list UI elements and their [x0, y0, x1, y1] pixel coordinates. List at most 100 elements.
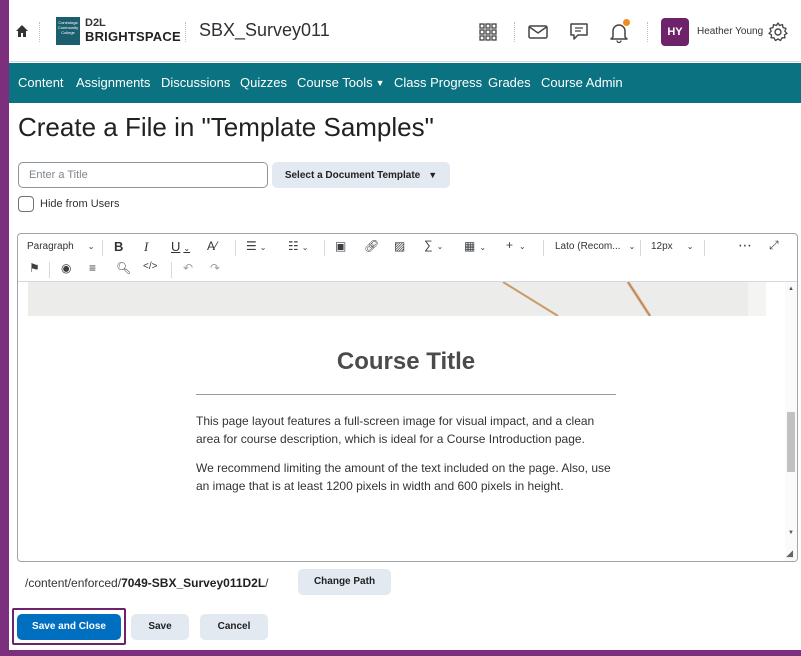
hide-from-users-label: Hide from Users — [40, 198, 120, 210]
toolbar-divider — [49, 262, 50, 278]
cancel-button[interactable]: Cancel — [200, 614, 268, 640]
home-icon[interactable] — [15, 24, 29, 38]
toolbar-divider — [543, 240, 544, 256]
path-folder: 7049-SBX_Survey011D2L — [121, 576, 266, 590]
chevron-down-icon: ⌄ — [686, 242, 694, 251]
toolbar-divider — [704, 240, 705, 256]
underline-icon[interactable]: U ⌄ — [171, 239, 190, 254]
header-divider — [514, 22, 515, 42]
hide-from-users-checkbox[interactable] — [18, 196, 34, 212]
nav-course-tools-label: Course Tools — [297, 75, 373, 90]
bold-icon[interactable]: B — [114, 239, 123, 254]
chevron-down-icon: ⌄ — [479, 243, 487, 252]
org-logo[interactable]: Conestoga Community College D2L BRIGHTSP… — [56, 17, 216, 47]
nav-grades[interactable]: Grades — [488, 75, 531, 90]
equation-icon[interactable]: ∑ ⌄ — [424, 238, 443, 252]
chevron-down-icon: ⌄ — [519, 242, 526, 251]
paragraph-format-label: Paragraph — [27, 241, 74, 252]
chevron-down-icon: ⌄ — [301, 243, 309, 252]
toolbar-divider — [640, 240, 641, 256]
editor-scrollbar[interactable]: ▲ ▼ — [785, 282, 797, 561]
paragraph-intro: This page layout features a full-screen … — [196, 414, 595, 446]
waffle-grid-icon[interactable] — [477, 21, 499, 43]
more-options-icon[interactable]: ⋯ — [738, 237, 752, 254]
header-divider — [185, 22, 186, 42]
chevron-down-icon: ⌄ — [628, 242, 636, 251]
avatar[interactable]: HY — [661, 18, 689, 46]
nav-course-admin[interactable]: Course Admin — [541, 75, 623, 90]
select-template-label: Select a Document Template — [284, 170, 421, 181]
scroll-up-icon[interactable]: ▲ — [788, 286, 794, 292]
chevron-down-icon: ⌄ — [183, 244, 191, 253]
logo-brightspace-text: BRIGHTSPACE — [85, 29, 181, 44]
preview-icon[interactable]: 🔍︎ — [116, 261, 131, 275]
change-path-button[interactable]: Change Path — [298, 569, 391, 595]
chevron-down-icon: ⌄ — [87, 242, 95, 251]
nav-discussions[interactable]: Discussions — [161, 75, 230, 90]
redo-icon[interactable]: ↷ — [210, 261, 220, 275]
chat-bubble-icon[interactable] — [568, 21, 590, 43]
toolbar-divider — [235, 240, 236, 256]
gear-icon[interactable] — [767, 21, 789, 43]
italic-icon[interactable]: I — [144, 239, 148, 255]
nav-content[interactable]: Content — [18, 75, 64, 90]
save-button[interactable]: Save — [131, 614, 189, 640]
course-title-heading: Course Title — [336, 348, 476, 375]
resize-handle-icon[interactable]: ◢ — [786, 548, 793, 559]
logo-d2l-text: D2L — [85, 17, 106, 29]
user-name[interactable]: Heather Young — [697, 26, 763, 37]
page-title: Create a File in "Template Samples" — [18, 112, 434, 142]
table-icon[interactable]: ▦ ⌄ — [464, 239, 486, 253]
font-family-dropdown[interactable]: Lato (Recom... ⌄ — [555, 241, 635, 252]
course-name-link[interactable]: SBX_Survey011 — [199, 20, 330, 41]
insert-plus-icon[interactable]: + ⌄ — [506, 238, 526, 252]
undo-icon[interactable]: ↶ — [183, 261, 193, 275]
list-icon[interactable]: ☷ ⌄ — [288, 239, 308, 253]
font-family-label: Lato (Recom... — [555, 241, 621, 252]
html-editor: Paragraph ⌄ B I U ⌄ A⁄ ☰ ⌄ ☷ ⌄ ▣ 🔗︎ ▨ ∑ ⌄ ▦ ⌄ … — [17, 233, 798, 562]
align-icon[interactable]: ☰ ⌄ — [246, 239, 266, 253]
nav-assignments[interactable]: Assignments — [76, 75, 150, 90]
toolbar-divider — [324, 240, 325, 256]
path-prefix: /content/enforced/ — [25, 576, 122, 590]
paragraph-recommendation: We recommend limiting the amount of the … — [196, 461, 611, 493]
chevron-down-icon: ⌄ — [259, 243, 267, 252]
horizontal-rule — [196, 394, 616, 395]
image-icon[interactable]: ▨ — [394, 239, 405, 253]
font-size-dropdown[interactable]: 12px ⌄ — [651, 241, 693, 252]
hero-image — [28, 282, 766, 316]
source-code-icon[interactable]: </> — [143, 261, 157, 272]
title-input[interactable] — [18, 162, 268, 188]
save-and-close-button[interactable]: Save and Close — [17, 614, 121, 640]
scrollbar-thumb[interactable] — [787, 412, 795, 472]
format-painter-icon[interactable]: ⚑ — [29, 261, 40, 275]
mail-icon[interactable] — [527, 21, 549, 43]
nav-class-progress[interactable]: Class Progress — [394, 75, 482, 90]
font-size-label: 12px — [651, 241, 673, 252]
toolbar-divider — [102, 240, 103, 256]
scroll-down-icon[interactable]: ▼ — [788, 530, 794, 536]
course-navbar: Content Assignments Discussions Quizzes … — [9, 63, 801, 103]
link-icon[interactable]: 🔗︎ — [364, 239, 379, 253]
text-color-icon[interactable]: A⁄ — [207, 239, 217, 253]
header-divider — [39, 22, 40, 42]
nav-quizzes[interactable]: Quizzes — [240, 75, 287, 90]
toolbar-divider — [171, 262, 172, 278]
school-badge: Conestoga Community College — [56, 17, 80, 45]
header-divider — [647, 22, 648, 42]
word-count-icon[interactable]: ≡ — [89, 261, 96, 275]
hero-image-art — [28, 282, 766, 316]
paragraph-format-dropdown[interactable]: Paragraph ⌄ — [27, 241, 94, 252]
app-frame: Conestoga Community College D2L BRIGHTSP… — [9, 0, 801, 650]
chevron-down-icon: ⌄ — [436, 242, 444, 251]
select-template-button[interactable]: Select a Document Template ▼ — [272, 162, 450, 188]
file-path: /content/enforced/7049-SBX_Survey011D2L/ — [25, 576, 269, 590]
editor-content[interactable]: Course Title This page layout features a… — [18, 282, 797, 561]
path-suffix: / — [265, 576, 269, 590]
accessibility-check-icon[interactable]: ◉ — [61, 261, 71, 275]
insert-element-icon[interactable]: ▣ — [335, 239, 346, 253]
fullscreen-icon[interactable]: ⤢ — [769, 238, 779, 253]
top-header: Conestoga Community College D2L BRIGHTSP… — [9, 0, 801, 62]
nav-course-tools[interactable]: Course Tools ▼ — [297, 75, 385, 90]
chevron-down-icon: ▼ — [375, 78, 385, 88]
